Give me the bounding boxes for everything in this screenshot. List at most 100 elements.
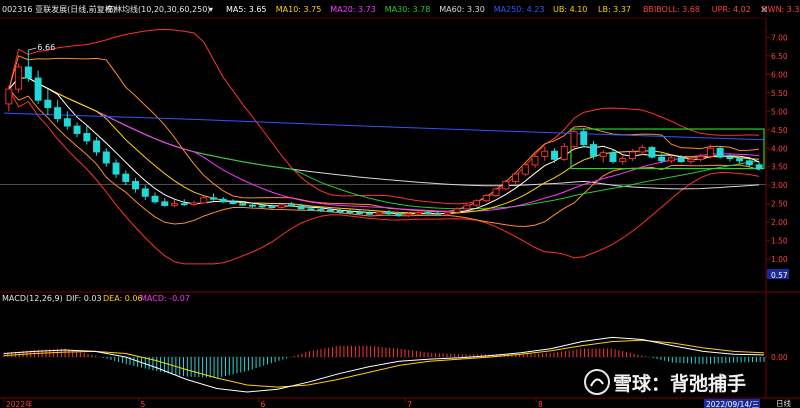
price-tick-label: 6.50 <box>771 52 788 61</box>
candle-body <box>434 212 442 215</box>
candle-body <box>482 195 490 202</box>
candle-body <box>658 156 666 162</box>
candle-body <box>307 208 315 211</box>
candle-body <box>648 147 656 158</box>
candle-body <box>628 151 636 160</box>
candle-body <box>5 88 13 105</box>
candle-body <box>258 205 266 208</box>
candle-body <box>512 173 520 182</box>
time-tick-label: 8 <box>538 400 543 408</box>
ma-legend-item: UB: 4.10 <box>553 5 587 14</box>
time-tick-label: 5 <box>141 400 146 408</box>
candle-body <box>132 181 140 190</box>
stock-chart[interactable]: 002316 亚联发展(日线,前复权) 布林均线(10,20,30,60,250… <box>0 0 800 408</box>
high-annotation: 6.66 <box>37 43 55 52</box>
candle-body <box>112 162 120 175</box>
candle-body <box>473 200 481 206</box>
candle-body <box>210 197 217 200</box>
candle-body <box>365 212 373 215</box>
candle-body <box>161 201 169 206</box>
time-tick-label: 7 <box>407 400 412 408</box>
candle-body <box>638 147 646 153</box>
price-tick-label: 2.50 <box>771 200 788 209</box>
candle-body <box>716 147 724 158</box>
price-tick-label: 5.00 <box>771 107 788 116</box>
time-tick-label: 2022年 <box>6 399 33 408</box>
indicator-menu[interactable]: 布林均线(10,20,30,60,250) <box>106 4 210 14</box>
candle-body <box>697 155 705 160</box>
ma-legend-item: LB: 3.37 <box>598 5 631 14</box>
candle-body <box>24 66 32 79</box>
candle-body <box>590 144 597 157</box>
ma-legend: MA5: 3.65 MA10: 3.75 MA20: 3.73 MA30: 3.78 M… <box>226 5 800 14</box>
candle-body <box>726 156 734 160</box>
price-tick-label: 1.50 <box>771 237 788 246</box>
price-tick-label: 7.00 <box>771 33 788 42</box>
candle-body <box>443 211 451 215</box>
candle-body <box>755 164 763 170</box>
candle-body <box>190 202 198 205</box>
period-label[interactable]: 日线 <box>776 398 791 408</box>
candle-body <box>34 77 42 101</box>
candle-body <box>15 66 23 90</box>
candle-body <box>375 211 383 215</box>
candle-body <box>73 125 81 134</box>
candle-body <box>599 152 607 157</box>
candle-body <box>453 208 461 213</box>
candle-body <box>541 150 549 157</box>
ma-legend-item: MA10: 3.75 <box>276 5 322 14</box>
candle-body <box>83 133 91 142</box>
price-tick-label: 6.00 <box>771 70 788 79</box>
candle-body <box>278 204 286 208</box>
candle-body <box>200 197 208 204</box>
stock-title: 002316 亚联发展(日线,前复权) <box>2 4 116 14</box>
candle-body <box>219 198 227 203</box>
macd-dif: DIF: 0.03 <box>66 294 102 303</box>
candle-body <box>619 158 627 163</box>
candle-body <box>229 201 237 205</box>
indicator-dropdown-icon[interactable]: ▾ <box>209 5 213 14</box>
candle-body <box>463 204 471 210</box>
candle-body <box>502 181 510 190</box>
candle-body <box>102 151 110 164</box>
candle-body <box>54 107 62 120</box>
ma-legend-item: MA60: 3.30 <box>439 5 485 14</box>
macd-value: MACD: -0.07 <box>140 294 190 303</box>
candle-body <box>677 157 685 163</box>
candle-body <box>424 212 432 214</box>
price-tick-label: 3.00 <box>771 181 788 190</box>
candle-body <box>122 173 130 182</box>
candle-body <box>531 155 539 166</box>
macd-title: MACD(12,26,9) <box>2 294 63 303</box>
candle-body <box>395 213 403 216</box>
candle-body <box>63 118 71 127</box>
candle-body <box>268 206 276 209</box>
candle-body <box>141 188 149 197</box>
candle-body <box>336 210 344 213</box>
candle-body <box>326 209 334 212</box>
price-tick-label: 4.50 <box>771 126 788 135</box>
candle-body <box>609 152 617 163</box>
candle-body <box>93 140 101 153</box>
candle-body <box>414 212 422 215</box>
candle-body <box>180 203 188 206</box>
candle-body <box>570 131 578 147</box>
time-tick-label: 6 <box>261 400 266 408</box>
candle-body <box>521 164 529 175</box>
candle-body <box>239 203 247 206</box>
candle-body <box>687 158 695 163</box>
candle-body <box>171 203 178 206</box>
candle-body <box>736 158 744 162</box>
close-icon[interactable]: ✕ <box>760 5 768 16</box>
ma-legend-item: BBIBOLL: 3.68 <box>643 5 700 14</box>
candle-body <box>492 188 500 197</box>
candle-body <box>580 131 588 146</box>
price-tick-label: 0.57 <box>771 271 788 280</box>
price-tick-label: 3.50 <box>771 163 788 172</box>
candle-body <box>667 157 675 162</box>
candle-body <box>551 150 558 160</box>
watermark-text: 雪球：背弛捕手 <box>613 372 746 395</box>
ma-legend-item: MA5: 3.65 <box>226 5 267 14</box>
macd-zero-label: 0.00 <box>771 353 788 362</box>
price-tick-label: 1.00 <box>771 255 788 264</box>
